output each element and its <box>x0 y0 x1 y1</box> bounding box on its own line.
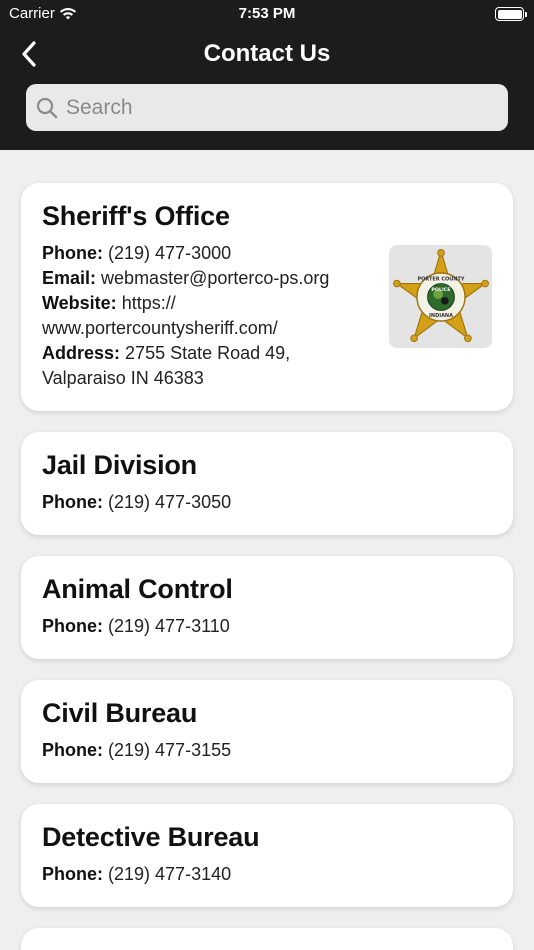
phone-value[interactable]: (219) 477-3110 <box>108 616 230 636</box>
sheriff-star-icon: PORTER COUNTY POLICE INDIANA <box>392 248 489 342</box>
contact-address[interactable]: Address: 2755 State Road 49, Valparaiso I… <box>42 341 372 391</box>
contact-website[interactable]: Website: https:// www.portercountysheriff… <box>42 291 372 341</box>
phone-value[interactable]: (219) 477-3050 <box>108 492 231 512</box>
website-value-line2[interactable]: www.portercountysheriff.com/ <box>42 318 278 338</box>
search-bar[interactable] <box>26 84 508 131</box>
contact-name: Sheriff's Office <box>42 201 230 231</box>
contact-phone[interactable]: Phone: (219) 477-3140 <box>42 862 492 887</box>
contact-card-animal-control[interactable]: Animal Control Phone: (219) 477-3110 <box>21 556 513 659</box>
phone-label: Phone: <box>42 492 103 512</box>
header: Carrier 7:53 PM Contact Us <box>0 0 534 150</box>
phone-value[interactable]: (219) 477-3140 <box>108 864 231 884</box>
phone-label: Phone: <box>42 864 103 884</box>
phone-label: Phone: <box>42 243 103 263</box>
sheriff-badge-logo: PORTER COUNTY POLICE INDIANA <box>389 245 492 348</box>
contact-phone[interactable]: Phone: (219) 477-3000 <box>42 241 372 266</box>
contact-card-jail-division[interactable]: Jail Division Phone: (219) 477-3050 <box>21 432 513 535</box>
contact-phone[interactable]: Phone: (219) 477-3050 <box>42 490 492 515</box>
website-value-line1[interactable]: https:// <box>122 293 176 313</box>
phone-value[interactable]: (219) 477-3000 <box>108 243 231 263</box>
status-time: 7:53 PM <box>238 5 296 22</box>
phone-label: Phone: <box>42 616 103 636</box>
contact-card-partial[interactable] <box>21 928 513 950</box>
contact-name: Civil Bureau <box>42 698 198 728</box>
contact-name: Jail Division <box>42 450 197 480</box>
page-title: Contact Us <box>203 40 331 67</box>
badge-text-top: PORTER COUNTY <box>417 276 464 282</box>
phone-value[interactable]: (219) 477-3155 <box>108 740 231 760</box>
contact-card-civil-bureau[interactable]: Civil Bureau Phone: (219) 477-3155 <box>21 680 513 783</box>
contact-list: Sheriff's Office Phone: (219) 477-3000 E… <box>21 183 513 950</box>
address-line1[interactable]: 2755 State Road 49, <box>125 343 290 363</box>
address-label: Address: <box>42 343 121 363</box>
status-bar: Carrier 7:53 PM <box>0 0 534 28</box>
contact-card-detective-bureau[interactable]: Detective Bureau Phone: (219) 477-3140 <box>21 804 513 907</box>
contact-phone[interactable]: Phone: (219) 477-3110 <box>42 614 492 639</box>
contact-card-sheriffs-office[interactable]: Sheriff's Office Phone: (219) 477-3000 E… <box>21 183 513 411</box>
contact-name: Detective Bureau <box>42 822 260 852</box>
contact-email[interactable]: Email: webmaster@porterco-ps.org <box>42 266 372 291</box>
search-input[interactable] <box>66 95 486 120</box>
website-label: Website: <box>42 293 117 313</box>
email-value[interactable]: webmaster@porterco-ps.org <box>101 268 329 288</box>
address-line2[interactable]: Valparaiso IN 46383 <box>42 368 204 388</box>
search-icon <box>36 97 58 118</box>
contact-name: Animal Control <box>42 574 233 604</box>
badge-text-bottom: INDIANA <box>429 313 453 319</box>
nav-bar: Contact Us <box>0 32 534 76</box>
badge-text-center: POLICE <box>431 287 450 293</box>
phone-label: Phone: <box>42 740 103 760</box>
battery-icon <box>495 7 527 21</box>
contact-phone[interactable]: Phone: (219) 477-3155 <box>42 738 492 763</box>
email-label: Email: <box>42 268 97 288</box>
